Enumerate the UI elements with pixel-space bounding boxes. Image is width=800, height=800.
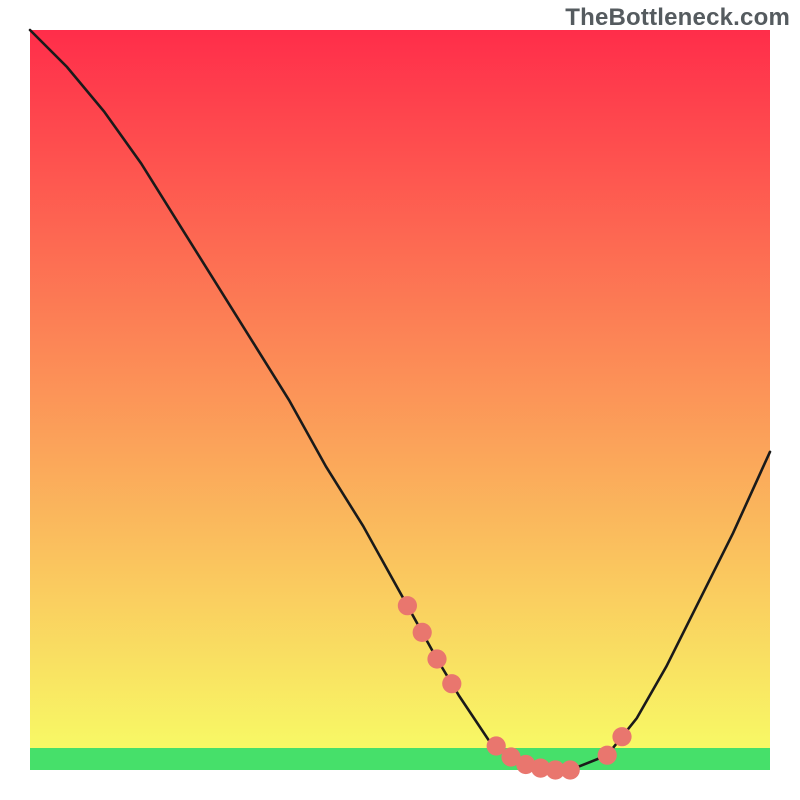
curve-bead — [427, 649, 446, 668]
curve-bead — [442, 674, 461, 693]
bottom-band — [30, 748, 770, 770]
gradient-background — [30, 30, 770, 770]
curve-bead — [598, 746, 617, 765]
chart-stage: TheBottleneck.com — [0, 0, 800, 800]
curve-bead — [413, 623, 432, 642]
curve-bead — [612, 727, 631, 746]
curve-bead — [561, 760, 580, 779]
chart-svg — [0, 0, 800, 800]
curve-bead — [398, 596, 417, 615]
watermark-text: TheBottleneck.com — [565, 4, 790, 32]
